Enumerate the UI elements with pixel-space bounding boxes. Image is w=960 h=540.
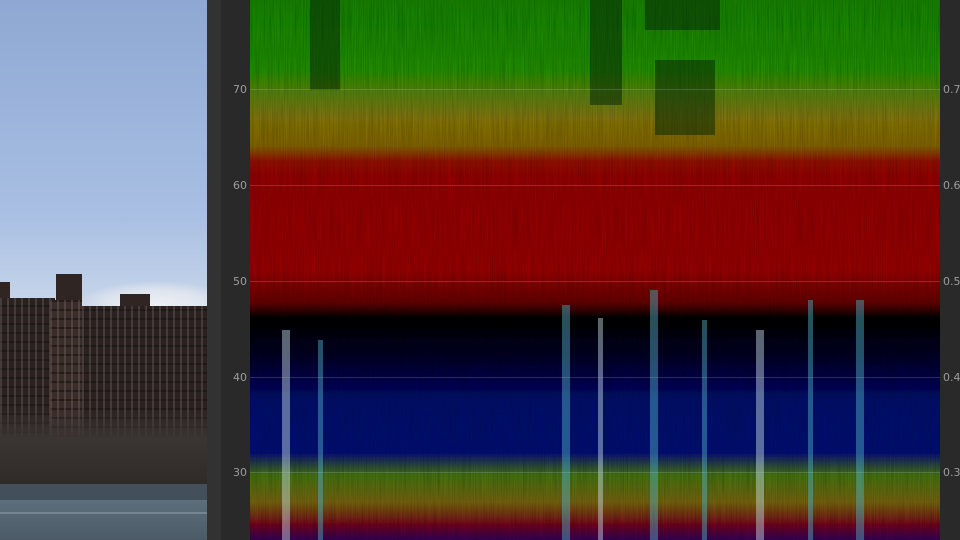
water-reflection — [0, 512, 207, 514]
trees — [0, 408, 207, 486]
right-axis-label-0.7: 0.7 — [943, 83, 960, 96]
left-axis-label-60: 60 — [233, 179, 247, 192]
scope-streak — [650, 290, 658, 540]
left-axis-label-70: 70 — [233, 83, 247, 96]
scope-streak — [702, 320, 707, 540]
right-axis-label-0.4: 0.4 — [943, 371, 960, 384]
grid-line-40 — [250, 377, 940, 378]
left-axis-label-30: 30 — [233, 466, 247, 479]
waveform-scope-panel: 70 60 50 40 30 0.7 0.6 0.5 0.4 0.3 — [221, 0, 960, 540]
pane-divider[interactable] — [207, 0, 221, 540]
scope-dark-patch — [310, 0, 340, 90]
scope-streak — [318, 340, 323, 540]
scope-streak — [562, 305, 570, 540]
grid-line-50 — [250, 281, 940, 282]
grid-line-70 — [250, 89, 940, 90]
grid-line-30 — [250, 472, 940, 473]
scope-streak — [756, 330, 764, 540]
scope-dark-patch — [645, 0, 720, 30]
left-axis-label-50: 50 — [233, 275, 247, 288]
waveform-plot — [250, 0, 940, 540]
building-tower-top — [56, 274, 82, 302]
water — [0, 500, 207, 540]
scope-streak — [598, 318, 603, 540]
right-axis-label-0.5: 0.5 — [943, 275, 960, 288]
left-axis-label-40: 40 — [233, 371, 247, 384]
waveform-traces — [250, 0, 940, 540]
scope-streak — [808, 300, 813, 540]
scope-streak — [282, 330, 290, 540]
shoreline — [0, 484, 207, 500]
grid-line-60 — [250, 185, 940, 186]
scope-streak — [856, 300, 864, 540]
video-preview — [0, 0, 207, 540]
right-axis-label-0.3: 0.3 — [943, 466, 960, 479]
scope-dark-patch — [655, 60, 715, 135]
right-axis-label-0.6: 0.6 — [943, 179, 960, 192]
